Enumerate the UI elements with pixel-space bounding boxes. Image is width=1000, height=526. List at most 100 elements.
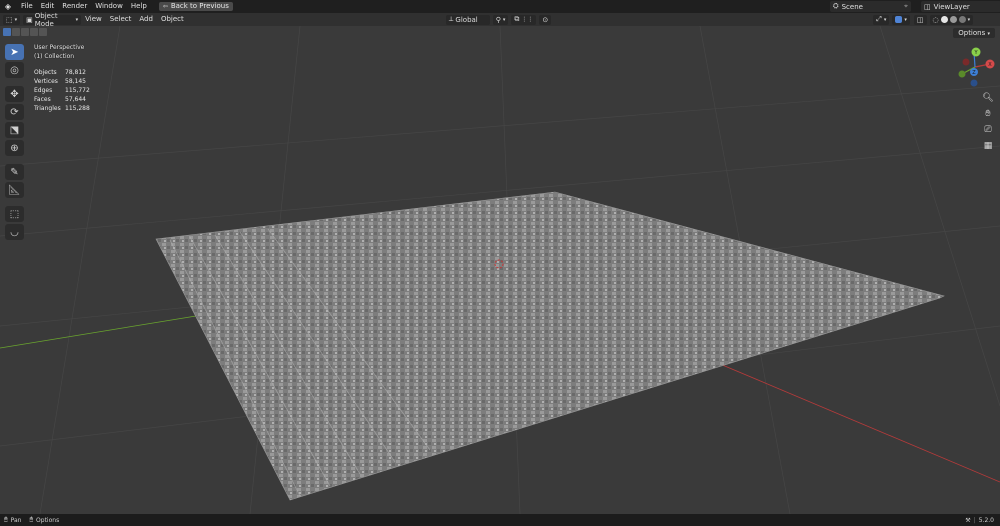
view-layer-selector[interactable]: ◫ ViewLayer: [921, 1, 1000, 12]
options-button[interactable]: Options ▾: [953, 28, 995, 38]
pivot-icon: ⚲: [495, 15, 501, 24]
orientation-icon: ⟂: [448, 15, 454, 23]
wireframe-shading-icon: ◌: [932, 15, 939, 24]
pin-icon: ⌖: [904, 2, 908, 10]
options-label: Options: [958, 29, 986, 37]
cursor-tool[interactable]: ◎: [5, 62, 24, 78]
gizmo-icon: ⤢: [876, 15, 882, 23]
pivot-point-selector[interactable]: ⚲ ▾: [492, 14, 509, 25]
back-to-previous-button[interactable]: ⇦ Back to Previous: [158, 2, 233, 11]
neg-x-axis-handle: [962, 58, 970, 66]
status-bar: 🖱︎ Pan 🖱︎ Options ⚒ | 5.2.0: [0, 514, 1000, 526]
shading-mode-group[interactable]: ◌ ▾: [929, 14, 974, 25]
rendered-shading-icon[interactable]: [958, 16, 966, 23]
viewport-header: ⬚ ▾ ▣ Object Mode ▾ View Select Add Obje…: [0, 12, 1000, 28]
overlay-toggle[interactable]: ▾: [892, 14, 910, 25]
z-axis-label: Z: [972, 70, 976, 76]
select-new-icon[interactable]: [3, 28, 11, 36]
annotate-tool[interactable]: ✎: [5, 164, 24, 180]
snap-increment-icon: ⋮⋮: [521, 16, 534, 23]
view-layer-icon: ◫: [924, 2, 931, 11]
scene-statistics: Objects 78,812 Vertices 58,145 Edges 115,77…: [34, 68, 90, 113]
transform-icon: ⊕: [10, 142, 19, 154]
stat-value: 58,145: [65, 78, 86, 85]
neg-z-axis-handle: [970, 79, 978, 87]
menu-view[interactable]: View: [81, 13, 106, 26]
menu-window[interactable]: Window: [91, 0, 127, 13]
viewport-canvas: [0, 26, 1000, 514]
transform-orientation-selector[interactable]: ⟂ Global: [445, 14, 490, 25]
stat-row: Faces 57,644: [34, 95, 90, 104]
pan-hint: Pan: [10, 516, 22, 524]
rotate-icon: ⟳: [10, 106, 19, 118]
xray-toggle[interactable]: ◫: [913, 14, 927, 25]
menu-object[interactable]: Object: [157, 13, 188, 26]
stat-row: Edges 115,772: [34, 86, 90, 95]
viewport-editor-icon: ⬚: [6, 15, 13, 24]
proportional-edit-toggle[interactable]: ⊙: [539, 14, 552, 25]
scene-selector[interactable]: ⛭ Scene ⌖: [830, 1, 911, 12]
transform-tool[interactable]: ⊕: [5, 140, 24, 156]
scale-icon: ⬔: [9, 124, 20, 136]
curve-tool[interactable]: ◡: [5, 224, 24, 240]
tool-shelf: ➤ ◎ ✥ ⟳ ⬔ ⊕ ✎ 📐︎ ⬚ ◡: [5, 44, 24, 240]
separator: |: [973, 516, 976, 524]
pan-hand-icon[interactable]: ✋︎: [982, 108, 994, 120]
material-shading-icon[interactable]: [949, 16, 957, 23]
stat-label: Objects: [34, 69, 57, 76]
chevron-down-icon: ▾: [502, 16, 506, 23]
navigation-gizmo[interactable]: X Y Z: [952, 44, 998, 90]
menu-help[interactable]: Help: [127, 0, 151, 13]
chevron-down-icon: ▾: [883, 16, 887, 23]
add-cube-tool[interactable]: ⬚: [5, 206, 24, 222]
rotate-tool[interactable]: ⟳: [5, 104, 24, 120]
stat-value: 115,288: [65, 105, 90, 112]
snap-selector[interactable]: ⧉ ⋮⋮: [511, 14, 537, 25]
stat-label: Triangles: [34, 105, 61, 112]
tool-separator: [5, 200, 24, 204]
chevron-down-icon: ▾: [987, 31, 990, 37]
add-cube-icon: ⬚: [9, 208, 20, 220]
cursor-arrow-icon: ➤: [10, 46, 19, 58]
select-box-tool[interactable]: ➤: [5, 44, 24, 60]
object-mode-icon: ▣: [26, 15, 33, 24]
instanced-cubes-mesh: [155, 191, 945, 501]
stat-row: Triangles 115,288: [34, 104, 90, 113]
gizmo-toggle[interactable]: ⤢ ▾: [873, 14, 890, 25]
select-invert-icon[interactable]: [30, 28, 38, 36]
zoom-icon[interactable]: 🔍︎: [982, 92, 994, 104]
stat-row: Objects 78,812: [34, 68, 90, 77]
stat-value: 57,644: [65, 96, 86, 103]
select-subtract-icon[interactable]: [21, 28, 29, 36]
back-arrow-icon: ⇦: [162, 3, 168, 10]
stat-label: Faces: [34, 96, 51, 103]
pencil-icon: ✎: [10, 166, 19, 178]
select-intersect-icon[interactable]: [39, 28, 47, 36]
editor-type-selector[interactable]: ⬚ ▾: [3, 14, 21, 25]
viewport-info: User Perspective (1) Collection: [34, 44, 84, 61]
overlay-icon: [895, 16, 903, 23]
camera-view-icon[interactable]: ⎚: [982, 124, 994, 136]
chevron-down-icon: ▾: [75, 16, 79, 23]
move-icon: ✥: [10, 88, 19, 100]
solid-shading-icon[interactable]: [940, 16, 948, 23]
menu-add[interactable]: Add: [135, 13, 157, 26]
proportional-edit-icon: ⊙: [542, 15, 549, 24]
back-to-previous-label: Back to Previous: [170, 2, 229, 10]
x-axis-label: X: [988, 62, 992, 68]
view-layer-name: ViewLayer: [933, 2, 970, 11]
chevron-down-icon: ▾: [904, 16, 907, 23]
mode-selector[interactable]: ▣ Object Mode ▾: [23, 12, 82, 28]
blender-logo-icon[interactable]: ◈: [3, 2, 13, 11]
perspective-toggle-icon[interactable]: ▦: [982, 140, 994, 152]
select-extend-icon[interactable]: [12, 28, 20, 36]
scale-tool[interactable]: ⬔: [5, 122, 24, 138]
blender-window: ◈ File Edit Render Window Help ⇦ Back to…: [0, 0, 1000, 526]
menu-select[interactable]: Select: [106, 13, 136, 26]
3d-viewport[interactable]: User Perspective (1) Collection Objects 7…: [0, 26, 1000, 514]
menu-file[interactable]: File: [17, 0, 37, 13]
measure-tool[interactable]: 📐︎: [5, 182, 24, 198]
select-mode-buttons: [3, 28, 47, 36]
move-tool[interactable]: ✥: [5, 86, 24, 102]
stat-row: Vertices 58,145: [34, 77, 90, 86]
